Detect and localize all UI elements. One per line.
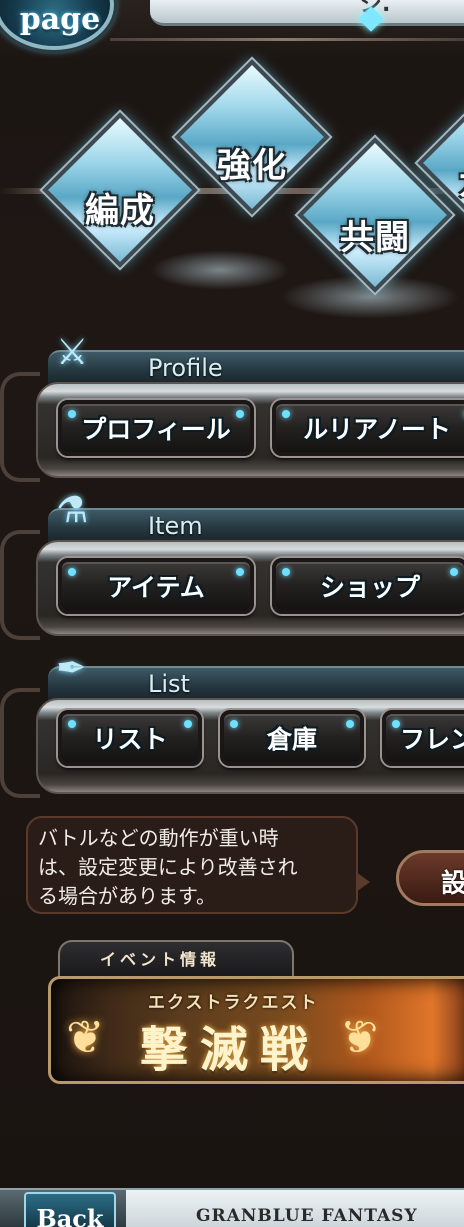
item-button[interactable]: アイテム xyxy=(58,558,254,614)
section-ornament xyxy=(0,688,40,798)
crystal-label-gacha: ガ xyxy=(420,156,464,205)
figures-icon: ⚔ xyxy=(56,332,89,373)
performance-tip: バトルなどの動作が重い時 は、設定変更により改善され る場合があります。 xyxy=(26,816,358,914)
tip-pointer xyxy=(356,872,370,892)
tip-line-2: は、設定変更により改善され xyxy=(38,855,298,879)
section-title-strip xyxy=(48,508,464,542)
section-ornament xyxy=(0,530,40,640)
friends-button[interactable]: フレン xyxy=(382,710,464,766)
section-title: Item xyxy=(148,512,203,540)
top-bar[interactable]: ジ. xyxy=(150,0,464,26)
section-profile: ⚔ Profile プロフィール ルリアノート xyxy=(0,332,464,482)
storage-button[interactable]: 倉庫 xyxy=(220,710,364,766)
profile-button[interactable]: プロフィール xyxy=(58,400,254,456)
lyria-note-button[interactable]: ルリアノート xyxy=(272,400,464,456)
section-title-strip xyxy=(48,350,464,384)
section-title: List xyxy=(148,670,190,698)
game-logo: GRANBLUE FANTASY xyxy=(196,1206,418,1226)
potion-icon: ⚗ xyxy=(56,490,89,531)
crystal-label-enhance: 強化 xyxy=(217,146,287,186)
flourish-right-icon: ❦ xyxy=(340,1010,379,1064)
settings-button[interactable]: 設 xyxy=(396,850,464,906)
flourish-left-icon: ❦ xyxy=(66,1010,105,1064)
crystal-label-formation: 編成 xyxy=(85,191,155,231)
back-button[interactable]: Back xyxy=(24,1192,116,1227)
header: page ジ. xyxy=(0,0,464,60)
list-button[interactable]: リスト xyxy=(58,710,202,766)
mypage-screen: page ジ. 編成 強化 共闘 ガ ⚔ Profile プロフィール ルリアノ… xyxy=(0,0,464,1227)
event-info-label: イベント情報 xyxy=(100,950,221,969)
section-title-strip xyxy=(48,666,464,700)
mypage-label: page xyxy=(19,2,101,37)
header-divider xyxy=(110,38,464,41)
tip-line-3: る場合があります。 xyxy=(38,884,216,908)
tip-line-1: バトルなどの動作が重い時 xyxy=(38,826,279,850)
section-ornament xyxy=(0,372,40,482)
section-item: ⚗ Item アイテム ショップ xyxy=(0,490,464,640)
crystal-label-coop: 共闘 xyxy=(340,218,410,258)
event-title: 撃滅戦 xyxy=(140,1022,321,1078)
quill-book-icon: ✒ xyxy=(56,648,87,689)
crystal-menu: 編成 強化 共闘 ガ xyxy=(0,59,464,330)
section-title: Profile xyxy=(148,354,223,382)
cloud-decoration xyxy=(150,250,290,290)
shop-button[interactable]: ショップ xyxy=(272,558,464,614)
section-list: ✒ List リスト 倉庫 フレン xyxy=(0,648,464,798)
